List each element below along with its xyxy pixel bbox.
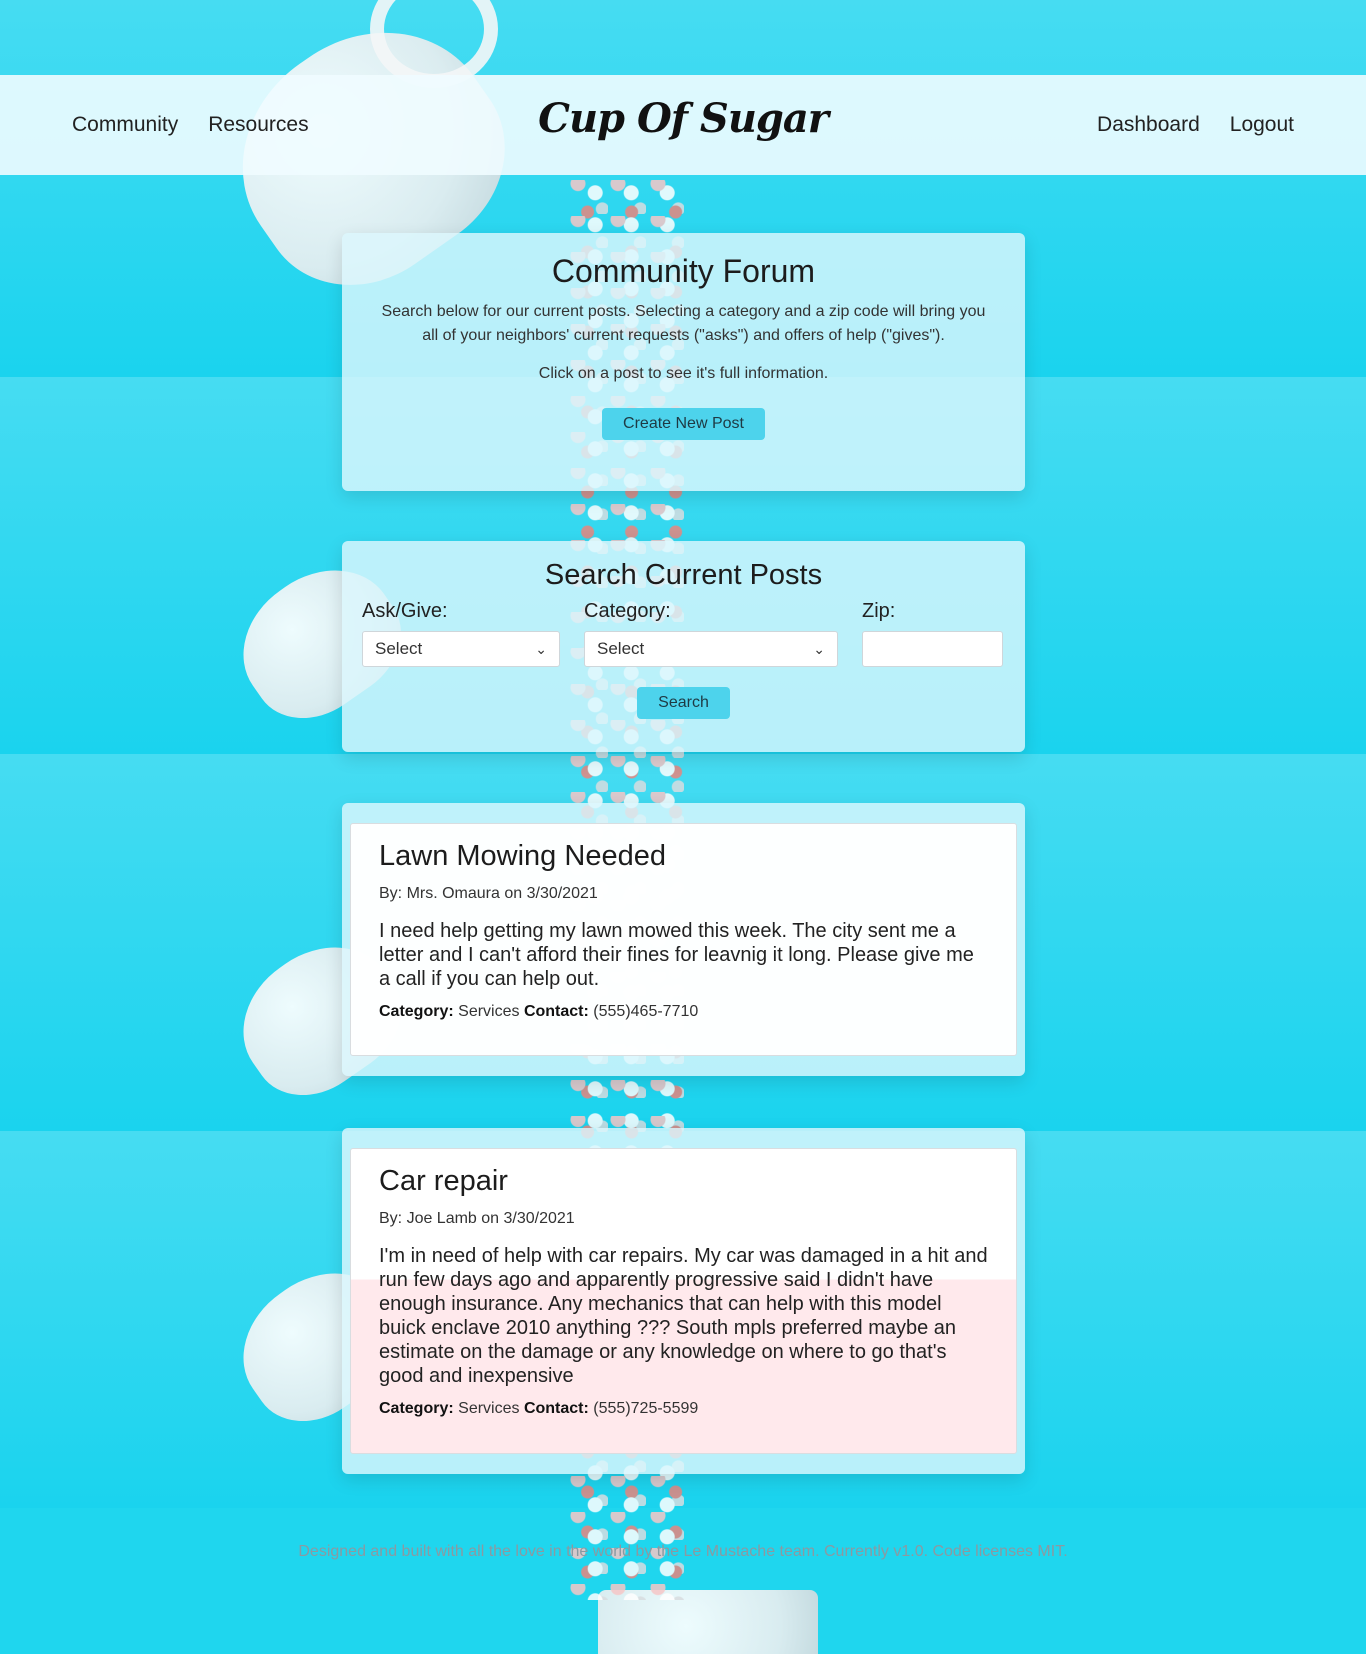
category-select[interactable]: Select ⌄ <box>584 631 838 667</box>
ask-give-value: Select <box>375 639 423 658</box>
nav-link-dashboard[interactable]: Dashboard <box>1097 113 1200 137</box>
category-field: Category: Select ⌄ <box>584 600 838 667</box>
nav-left: Community Resources <box>72 113 309 137</box>
brand-logo[interactable]: Cup Of Sugar <box>538 95 829 142</box>
page-title: Community Forum <box>551 253 816 289</box>
community-forum-card: Community Forum Search below for our cur… <box>342 233 1025 491</box>
zip-field: Zip: <box>862 600 1003 667</box>
contact-key: Contact: <box>523 1003 589 1020</box>
post-card: Car repair By: Joe Lamb on 3/30/2021 I'm… <box>342 1128 1025 1474</box>
post-title: Lawn Mowing Needed <box>379 840 666 872</box>
post-category: Services <box>458 1003 520 1020</box>
post-title: Car repair <box>379 1165 508 1197</box>
post-body: I'm in need of help with car repairs. My… <box>379 1245 988 1387</box>
zip-input[interactable] <box>862 631 1003 667</box>
search-button[interactable]: Search <box>637 687 730 719</box>
post-byline: By: Mrs. Omaura on 3/30/2021 <box>379 885 598 902</box>
forum-description: Search below for our current posts. Sele… <box>381 303 986 344</box>
post-body: I need help getting my lawn mowed this w… <box>379 920 974 990</box>
ask-give-field: Ask/Give: Select ⌄ <box>362 600 560 667</box>
ask-give-label: Ask/Give: <box>362 600 448 622</box>
nav-link-community[interactable]: Community <box>72 113 178 137</box>
zip-label: Zip: <box>862 600 896 622</box>
search-title: Search Current Posts <box>544 559 823 591</box>
category-key: Category: <box>379 1400 454 1417</box>
site-footer: Designed and built with all the love in … <box>298 1543 1068 1560</box>
top-navbar: Community Resources Cup Of Sugar Dashboa… <box>0 75 1366 175</box>
post-item[interactable]: Car repair By: Joe Lamb on 3/30/2021 I'm… <box>350 1148 1017 1454</box>
search-fields: Ask/Give: Select ⌄ Category: Select ⌄ Zi… <box>362 600 1005 667</box>
category-value: Select <box>597 639 645 658</box>
contact-key: Contact: <box>523 1400 589 1417</box>
post-category: Services <box>458 1400 520 1417</box>
ask-give-select[interactable]: Select ⌄ <box>362 631 560 667</box>
chevron-down-icon: ⌄ <box>535 640 547 657</box>
nav-link-resources[interactable]: Resources <box>208 113 308 137</box>
nav-right: Dashboard Logout <box>1097 113 1294 137</box>
post-item[interactable]: Lawn Mowing Needed By: Mrs. Omaura on 3/… <box>350 823 1017 1056</box>
post-meta: Category: Services Contact: (555)465-771… <box>379 1003 988 1021</box>
create-new-post-button[interactable]: Create New Post <box>602 408 765 440</box>
post-contact: (555)725-5599 <box>593 1400 699 1417</box>
forum-hint: Click on a post to see it's full informa… <box>538 365 829 382</box>
post-contact: (555)465-7710 <box>593 1003 699 1020</box>
chevron-down-icon: ⌄ <box>813 640 825 657</box>
post-byline: By: Joe Lamb on 3/30/2021 <box>379 1210 575 1227</box>
category-label: Category: <box>584 600 671 622</box>
nav-link-logout[interactable]: Logout <box>1230 113 1294 137</box>
post-meta: Category: Services Contact: (555)725-559… <box>379 1400 988 1418</box>
category-key: Category: <box>379 1003 454 1020</box>
post-card: Lawn Mowing Needed By: Mrs. Omaura on 3/… <box>342 803 1025 1076</box>
search-posts-card: Search Current Posts Ask/Give: Select ⌄ … <box>342 541 1025 752</box>
